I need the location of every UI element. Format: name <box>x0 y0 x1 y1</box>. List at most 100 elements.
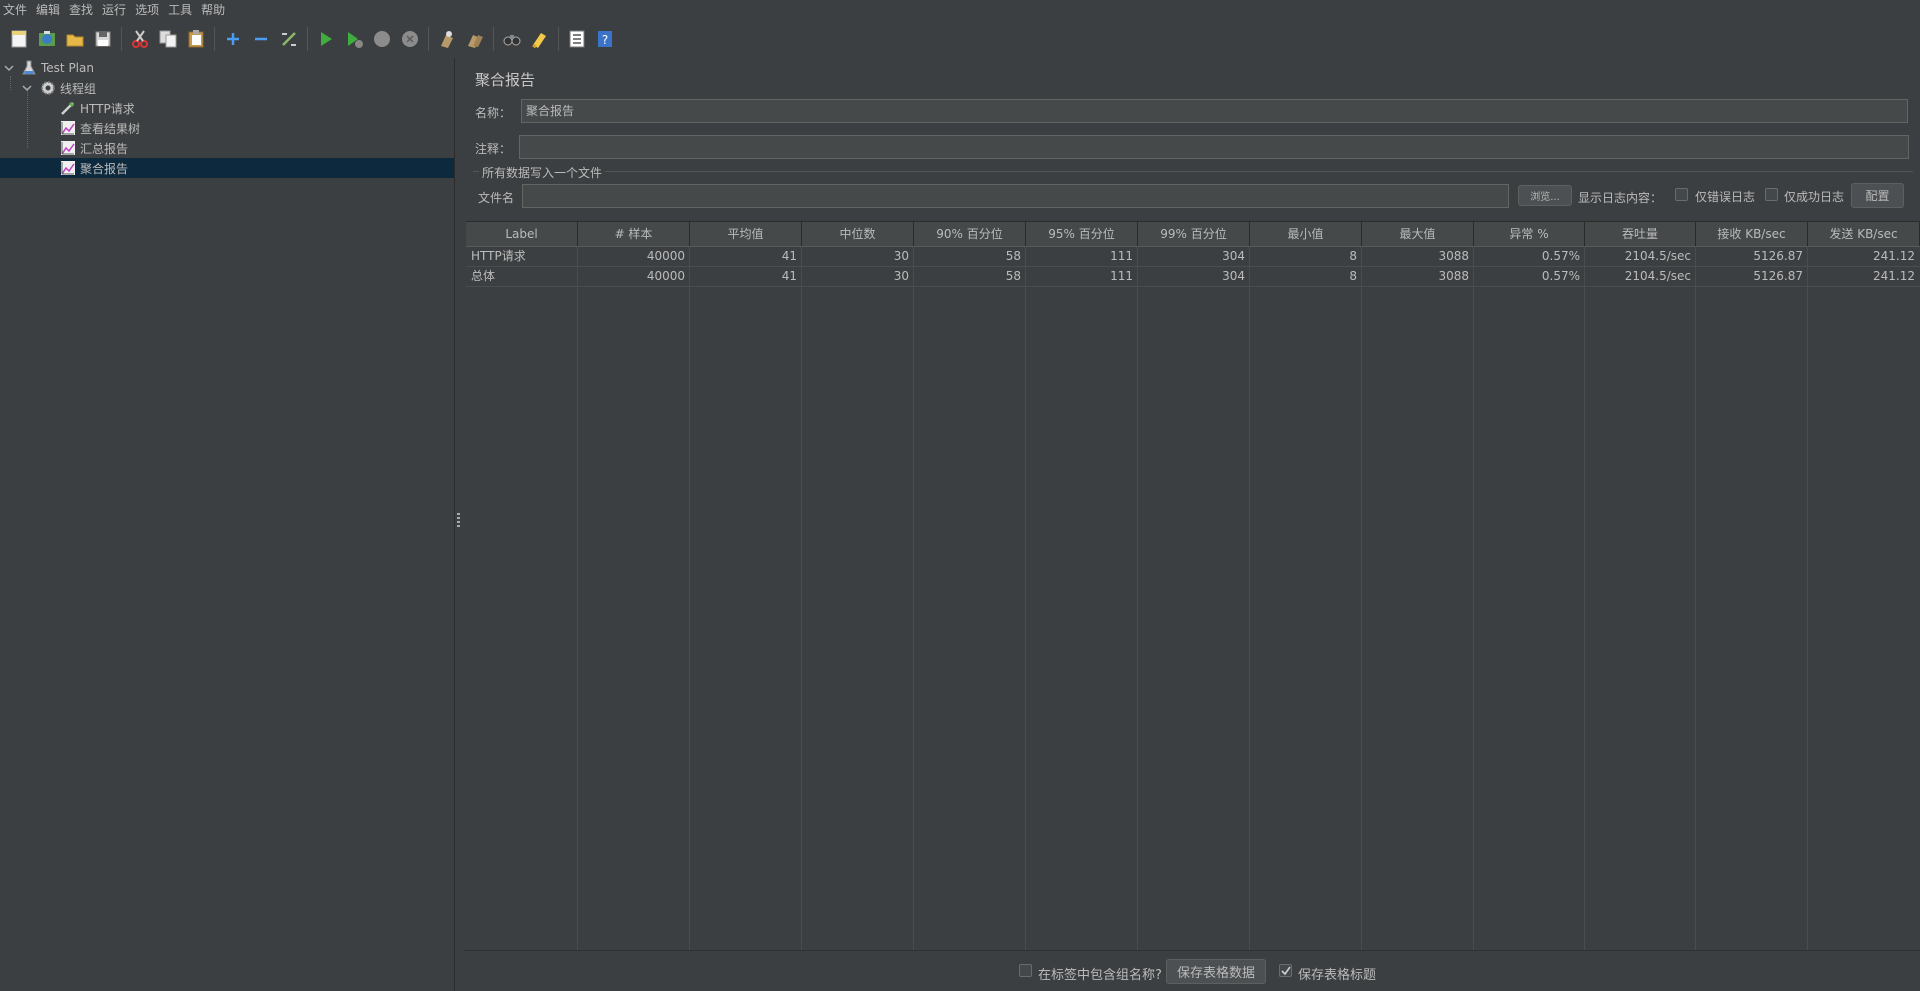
stop-icon[interactable] <box>370 27 394 51</box>
table-cell: 30 <box>893 249 909 263</box>
clear-all-icon[interactable] <box>463 27 487 51</box>
help-icon[interactable]: ? <box>593 27 617 51</box>
column-header-label[interactable]: Label <box>466 222 578 246</box>
menu-file[interactable]: 文件 <box>0 0 33 20</box>
column-header-p90[interactable]: 90% 百分位 <box>914 222 1026 246</box>
menu-tools[interactable]: 工具 <box>165 0 198 20</box>
filename-label: 文件名 <box>478 191 515 205</box>
open-icon[interactable] <box>63 27 87 51</box>
save-table-data-button[interactable]: 保存表格数据 <box>1166 959 1266 984</box>
column-header-p95[interactable]: 95% 百分位 <box>1026 222 1138 246</box>
function-helper-icon[interactable] <box>565 27 589 51</box>
divider-grip-icon[interactable] <box>457 513 460 527</box>
column-header-error-pct[interactable]: 异常 % <box>1474 222 1585 246</box>
save-icon[interactable] <box>91 27 115 51</box>
menu-help[interactable]: 帮助 <box>198 0 231 20</box>
paste-icon[interactable] <box>184 27 208 51</box>
menu-edit[interactable]: 编辑 <box>33 0 66 20</box>
table-cell: 241.12 <box>1873 249 1915 263</box>
tree-node-view-results-tree[interactable]: 查看结果树 <box>0 118 454 138</box>
chevron-down-icon[interactable] <box>4 63 14 73</box>
column-header-throughput[interactable]: 吞吐量 <box>1585 222 1696 246</box>
table-cell: 41 <box>781 269 797 283</box>
include-group-label: 在标签中包含组名称? <box>1038 968 1162 983</box>
column-header-max[interactable]: 最大值 <box>1362 222 1474 246</box>
toggle-icon[interactable] <box>277 27 301 51</box>
errors-only-checkbox[interactable] <box>1675 188 1688 201</box>
tree-node-label: 聚合报告 <box>80 161 129 176</box>
menu-bar: 文件 编辑 查找 运行 选项 工具 帮助 <box>0 0 1920 20</box>
table-row[interactable]: HTTP请求 40000 41 30 58 111 304 8 3088 0.5… <box>466 246 1920 267</box>
menu-run[interactable]: 运行 <box>99 0 132 20</box>
svg-text:?: ? <box>602 33 608 47</box>
sampler-icon <box>60 100 76 116</box>
table-cell: 58 <box>1005 269 1021 283</box>
toolbar: ? <box>0 20 1920 58</box>
table-cell: 0.57% <box>1541 249 1580 263</box>
success-only-checkbox[interactable] <box>1765 188 1778 201</box>
aggregate-table[interactable]: Label # 样本 平均值 中位数 90% 百分位 95% 百分位 99% 百… <box>466 221 1920 951</box>
table-cell: 3088 <box>1438 249 1469 263</box>
table-cell: 5126.87 <box>1753 249 1803 263</box>
filename-field[interactable] <box>522 184 1509 208</box>
cut-icon[interactable] <box>128 27 152 51</box>
tree-node-summary-report[interactable]: 汇总报告 <box>0 138 454 158</box>
clear-icon[interactable] <box>435 27 459 51</box>
check-icon <box>1281 966 1291 976</box>
column-header-median[interactable]: 中位数 <box>802 222 914 246</box>
column-header-samples[interactable]: # 样本 <box>578 222 690 246</box>
save-header-label: 保存表格标题 <box>1298 968 1377 983</box>
column-header-min[interactable]: 最小值 <box>1250 222 1362 246</box>
tree-node-label: 线程组 <box>60 81 97 96</box>
configure-button[interactable]: 配置 <box>1851 183 1904 208</box>
start-icon[interactable] <box>314 27 338 51</box>
table-cell: 41 <box>781 249 797 263</box>
comment-label: 注释： <box>475 142 512 156</box>
table-row[interactable]: 总体 40000 41 30 58 111 304 8 3088 0.57% 2… <box>466 266 1920 287</box>
success-only-label: 仅成功日志 <box>1784 190 1845 204</box>
expand-icon[interactable] <box>221 27 245 51</box>
reset-search-icon[interactable] <box>528 27 552 51</box>
save-header-checkbox[interactable] <box>1279 964 1292 977</box>
column-header-p99[interactable]: 99% 百分位 <box>1138 222 1250 246</box>
table-cell: 8 <box>1349 249 1357 263</box>
table-cell: 30 <box>893 269 909 283</box>
column-header-average[interactable]: 平均值 <box>690 222 802 246</box>
errors-only-label: 仅错误日志 <box>1695 190 1756 204</box>
tree-node-label: 查看结果树 <box>80 121 141 136</box>
new-icon[interactable] <box>7 27 31 51</box>
copy-icon[interactable] <box>156 27 180 51</box>
comment-field[interactable] <box>519 135 1909 159</box>
tree-node-thread-group[interactable]: 线程组 <box>0 78 454 98</box>
table-cell: 总体 <box>471 269 496 283</box>
search-icon[interactable] <box>500 27 524 51</box>
table-cell: 0.57% <box>1541 269 1580 283</box>
tree-node-test-plan[interactable]: Test Plan <box>0 58 454 78</box>
table-cell: 2104.5/sec <box>1624 249 1691 263</box>
table-cell: 2104.5/sec <box>1624 269 1691 283</box>
table-cell: 241.12 <box>1873 269 1915 283</box>
column-header-received[interactable]: 接收 KB/sec <box>1696 222 1808 246</box>
shutdown-icon[interactable] <box>398 27 422 51</box>
table-header: Label # 样本 平均值 中位数 90% 百分位 95% 百分位 99% 百… <box>466 222 1920 247</box>
table-cell: 40000 <box>646 249 685 263</box>
collapse-icon[interactable] <box>249 27 273 51</box>
include-group-checkbox[interactable] <box>1019 964 1032 977</box>
table-cell: 111 <box>1110 269 1133 283</box>
menu-options[interactable]: 选项 <box>132 0 165 20</box>
templates-icon[interactable] <box>35 27 59 51</box>
chevron-down-icon[interactable] <box>22 83 32 93</box>
name-field[interactable]: 聚合报告 <box>521 99 1908 123</box>
flask-icon <box>21 60 37 76</box>
column-header-sent[interactable]: 发送 KB/sec <box>1808 222 1920 246</box>
start-no-pauses-icon[interactable] <box>342 27 366 51</box>
listener-icon <box>60 160 76 176</box>
tree-node-label: HTTP请求 <box>80 101 135 116</box>
tree-node-aggregate-report[interactable]: 聚合报告 <box>0 158 454 178</box>
panel-title: 聚合报告 <box>475 71 536 89</box>
tree-node-http-request[interactable]: HTTP请求 <box>0 98 454 118</box>
split-divider[interactable] <box>455 58 463 991</box>
menu-search[interactable]: 查找 <box>66 0 99 20</box>
browse-button[interactable]: 浏览... <box>1518 185 1572 206</box>
table-cell: 8 <box>1349 269 1357 283</box>
